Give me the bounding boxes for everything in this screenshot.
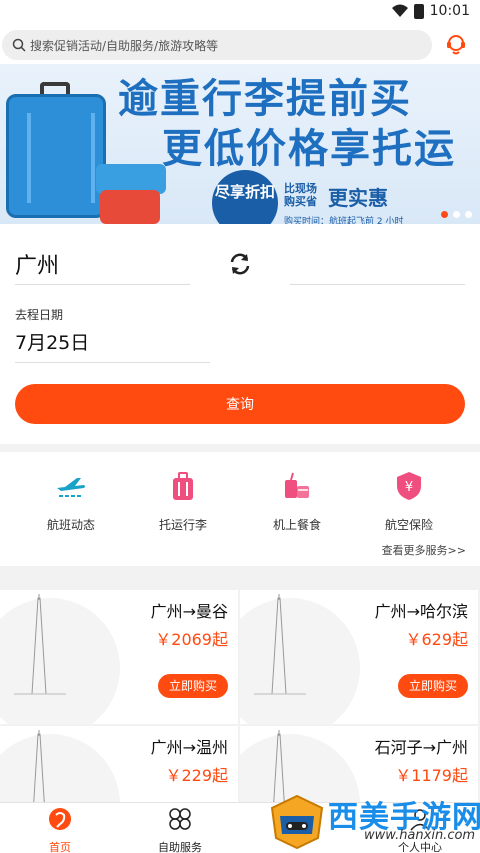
arrival-city-field[interactable] bbox=[290, 284, 465, 285]
wifi-icon bbox=[391, 4, 408, 17]
service-label: 航班动态 bbox=[46, 518, 95, 532]
flight-search-card: 广州 去程日期 7月25日 查询 bbox=[0, 224, 480, 444]
home-icon bbox=[49, 808, 71, 830]
plane-icon bbox=[57, 478, 85, 497]
deal-card[interactable]: 广州→曼谷 ￥2069起 立即购买 bbox=[0, 590, 238, 724]
canton-tower-icon bbox=[254, 594, 306, 695]
banner-headline-2: 更低价格享托运 bbox=[162, 126, 456, 172]
gamepad-logo-icon bbox=[270, 794, 324, 850]
service-luggage[interactable]: 托运行李 bbox=[128, 470, 238, 533]
deal-route: 广州→温州 bbox=[150, 738, 228, 757]
banner-compare: 比现场购买省 bbox=[284, 182, 317, 208]
carousel-dot-active[interactable] bbox=[441, 211, 448, 218]
divider bbox=[15, 284, 190, 285]
deal-price: ￥1179起 bbox=[395, 766, 468, 785]
divider bbox=[15, 362, 210, 363]
promo-banner[interactable]: 逾重行李提前买 更低价格享托运 尽享折扣 比现场购买省 更实惠 购买时间：航班起… bbox=[0, 64, 480, 224]
status-time: 10:01 bbox=[429, 3, 470, 19]
service-meal[interactable]: 机上餐食 bbox=[242, 470, 352, 533]
deal-route: 广州→哈尔滨 bbox=[374, 602, 468, 621]
svg-text:¥: ¥ bbox=[405, 480, 413, 495]
deal-price: ￥629起 bbox=[405, 630, 468, 649]
deal-route: 广州→曼谷 bbox=[150, 602, 228, 621]
watermark-url: www.hanxin.com bbox=[364, 828, 476, 843]
deal-price: ￥229起 bbox=[165, 766, 228, 785]
nav-item-self-service[interactable]: 自助服务 bbox=[130, 807, 230, 853]
deal-card[interactable]: 广州→哈尔滨 ￥629起 立即购买 bbox=[240, 590, 478, 724]
self-service-icon bbox=[169, 808, 191, 830]
banner-promo: 更实惠 bbox=[328, 186, 388, 210]
deal-route: 石河子→广州 bbox=[374, 738, 468, 757]
query-button[interactable]: 查询 bbox=[15, 384, 465, 424]
departure-city[interactable]: 广州 bbox=[15, 248, 59, 280]
meal-icon bbox=[285, 472, 309, 498]
deal-price: ￥2069起 bbox=[155, 630, 228, 649]
swap-icon[interactable] bbox=[228, 252, 252, 276]
battery-icon bbox=[413, 3, 424, 19]
banner-badge: 尽享折扣 bbox=[212, 170, 278, 224]
customer-service-icon[interactable] bbox=[444, 32, 468, 56]
service-flight-status[interactable]: 航班动态 bbox=[16, 470, 126, 533]
nav-label: 首页 bbox=[49, 841, 71, 853]
service-insurance[interactable]: ¥ 航空保险 bbox=[354, 470, 464, 533]
departure-date[interactable]: 7月25日 bbox=[15, 328, 89, 355]
banner-footnote: 购买时间：航班起飞前 2 小时 bbox=[284, 217, 404, 224]
status-bar: 10:01 bbox=[0, 0, 480, 26]
search-icon bbox=[12, 38, 26, 52]
luggage-icon bbox=[173, 472, 193, 500]
search-input[interactable]: 搜索促销活动/自助服务/旅游攻略等 bbox=[2, 30, 432, 60]
deals-grid: 广州→曼谷 ￥2069起 立即购买 广州→哈尔滨 ￥629起 立即购买 广州→温… bbox=[0, 590, 480, 853]
carousel-dot[interactable] bbox=[465, 211, 472, 218]
search-placeholder: 搜索促销活动/自助服务/旅游攻略等 bbox=[30, 38, 219, 53]
service-label: 航空保险 bbox=[384, 518, 433, 532]
services-panel: 航班动态 托运行李 机上餐食 ¥ 航空保险 查看更多服务>> bbox=[0, 452, 480, 566]
more-services-link[interactable]: 查看更多服务>> bbox=[382, 542, 466, 558]
search-header: 搜索促销活动/自助服务/旅游攻略等 bbox=[0, 26, 480, 64]
nav-label: 自助服务 bbox=[158, 841, 202, 853]
service-label: 托运行李 bbox=[158, 518, 207, 532]
date-label: 去程日期 bbox=[15, 308, 64, 322]
buy-now-button[interactable]: 立即购买 bbox=[158, 674, 228, 698]
nav-item-home[interactable]: 首页 bbox=[10, 807, 110, 853]
buy-now-button[interactable]: 立即购买 bbox=[398, 674, 468, 698]
suitcase-illustration-3 bbox=[100, 190, 160, 224]
suitcase-illustration bbox=[6, 94, 106, 218]
carousel-indicator bbox=[441, 211, 472, 218]
carousel-dot[interactable] bbox=[453, 211, 460, 218]
insurance-icon: ¥ bbox=[397, 472, 421, 500]
watermark: 西美手游网 www.hanxin.com bbox=[268, 790, 480, 853]
service-label: 机上餐食 bbox=[272, 518, 321, 532]
canton-tower-icon bbox=[14, 594, 66, 695]
